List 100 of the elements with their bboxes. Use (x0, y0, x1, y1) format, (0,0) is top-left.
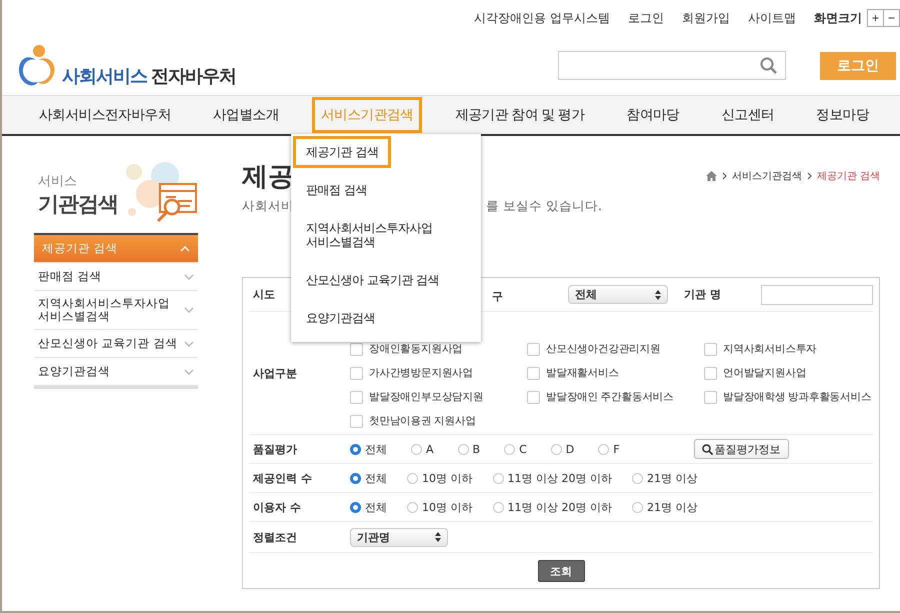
search-icon (760, 57, 777, 74)
checkbox-label: 발달재활서비스 (546, 366, 619, 380)
checkbox[interactable] (350, 342, 363, 356)
field-label: 구 (492, 289, 503, 304)
search-field[interactable] (558, 51, 786, 80)
chevron-icon (184, 274, 194, 280)
sort-select[interactable]: 기관명 (350, 528, 448, 546)
nav-item[interactable]: 제공기관 참여 및 평가 (446, 97, 594, 133)
chevron-icon (184, 307, 194, 313)
checkbox[interactable] (350, 366, 363, 380)
field-label: 사업구분 (252, 366, 298, 380)
chevron-icon (180, 246, 190, 252)
radio-label: 11명 이상 20명 이하 (508, 470, 612, 486)
nav-item[interactable]: 사회서비스전자바우처 (30, 97, 180, 133)
radio-label: 전체 (365, 470, 387, 486)
checkbox-label: 발달장애인 주간활동서비스 (546, 390, 674, 404)
chevron-icon (184, 340, 194, 346)
checkbox[interactable] (704, 342, 717, 356)
chevron-icon (722, 172, 727, 180)
radio-label: 전체 (365, 500, 387, 514)
radio-label: A (426, 442, 434, 456)
checkbox-label: 발달장애학생 방과후활동서비스 (723, 390, 872, 404)
radio-button[interactable] (350, 444, 361, 454)
checkbox-label: 발달장애인부모상담지원 (369, 390, 484, 404)
search-icon (702, 444, 713, 454)
radio-button[interactable] (632, 502, 643, 512)
radio-label: 21명 이상 (646, 500, 698, 514)
radio-label: F (613, 442, 620, 456)
chevron-icon (184, 368, 194, 374)
checkbox[interactable] (527, 342, 540, 356)
field-label: 품질평가 (252, 442, 298, 456)
banner-subtitle: 서비스 (38, 173, 78, 190)
radio-button[interactable] (407, 472, 418, 484)
updown-icon (655, 290, 661, 300)
dropdown-item[interactable]: 판매점 검색 (293, 174, 481, 206)
checkbox[interactable] (350, 390, 363, 404)
nav-item[interactable]: 신고센터 (712, 97, 784, 133)
radio-button[interactable] (407, 502, 418, 512)
home-icon (706, 171, 717, 181)
checkbox[interactable] (704, 366, 717, 380)
radio-button[interactable] (411, 444, 422, 454)
field-label: 이용자 수 (252, 500, 302, 514)
breadcrumb-item[interactable]: 서비스기관검색 (732, 169, 802, 183)
checkbox[interactable] (350, 414, 363, 428)
radio-button[interactable] (598, 444, 610, 454)
logo-brand: 사회서비스 (62, 64, 147, 88)
page-title: 제공 (242, 160, 294, 194)
checkbox-label: 가사간병방문지원사업 (369, 366, 474, 380)
font-size-button[interactable]: + (867, 9, 884, 27)
radio-button[interactable] (492, 472, 504, 484)
checkbox[interactable] (704, 390, 717, 404)
font-size-label: 화면크기 (814, 10, 862, 26)
name-input[interactable] (761, 284, 873, 304)
dropdown-item[interactable]: 지역사회서비스투자사업 서비스별검색 (293, 212, 481, 258)
field-label: 시도 (252, 287, 276, 302)
top-link[interactable]: 사이트맵 (748, 10, 796, 26)
radio-button[interactable] (350, 472, 361, 484)
radio-button[interactable] (492, 502, 504, 512)
dropdown-item[interactable]: 산모신생아 교육기관 검색 (293, 264, 481, 296)
field-label: 기관 명 (683, 287, 721, 302)
radio-label: B (472, 442, 480, 456)
field-label: 제공인력 수 (252, 470, 313, 486)
breadcrumb-item[interactable]: 제공기관 검색 (816, 169, 880, 183)
top-link[interactable]: 로그인 (628, 10, 664, 26)
radio-label: D (566, 442, 574, 456)
radio-button[interactable] (458, 444, 469, 454)
radio-button[interactable] (632, 472, 643, 484)
updown-icon (435, 532, 441, 542)
chevron-icon (806, 172, 812, 180)
top-link[interactable]: 회원가입 (682, 10, 730, 26)
dropdown-item[interactable]: 요양기관검색 (293, 302, 481, 334)
search-button[interactable]: 조회 (538, 560, 584, 582)
nav-item[interactable]: 사업별소개 (204, 97, 288, 133)
radio-label: 21명 이상 (646, 470, 698, 486)
nav-item[interactable]: 참여마당 (618, 97, 688, 133)
radio-label: 10명 이하 (422, 470, 472, 486)
dropdown-item[interactable]: 제공기관 검색 (293, 136, 392, 168)
top-link[interactable]: 시각장애인용 업무시스템 (474, 10, 610, 26)
radio-label: 10명 이하 (422, 500, 472, 514)
description-text: 를 보실수 있습니다. (486, 198, 602, 215)
checkbox-label: 첫만남이용권 지원사업 (369, 414, 476, 428)
radio-button[interactable] (504, 444, 516, 454)
radio-label: 11명 이상 20명 이하 (508, 500, 612, 514)
checkbox[interactable] (527, 390, 540, 404)
checkbox-label: 장애인활동지원사업 (369, 342, 463, 356)
radio-label: 전체 (365, 442, 387, 456)
radio-label: C (519, 442, 527, 456)
logo-suffix: 전자바우처 (151, 64, 236, 88)
checkbox-label: 언어발달지원사업 (723, 366, 806, 380)
radio-button[interactable] (550, 444, 562, 454)
quality-info-button[interactable]: 품질평가정보 (694, 439, 789, 459)
radio-button[interactable] (350, 502, 361, 512)
nav-item[interactable]: 정보마당 (807, 97, 878, 133)
checkbox-label: 산모신생아건강관리지원 (546, 342, 660, 356)
checkbox-label: 지역사회서비스투자 (723, 342, 817, 356)
district-select[interactable]: 전체 (568, 285, 668, 304)
description-text: 사회서비 (242, 198, 294, 215)
font-size-button[interactable]: − (883, 9, 900, 27)
checkbox[interactable] (527, 366, 540, 380)
field-label: 정렬조건 (252, 530, 298, 544)
